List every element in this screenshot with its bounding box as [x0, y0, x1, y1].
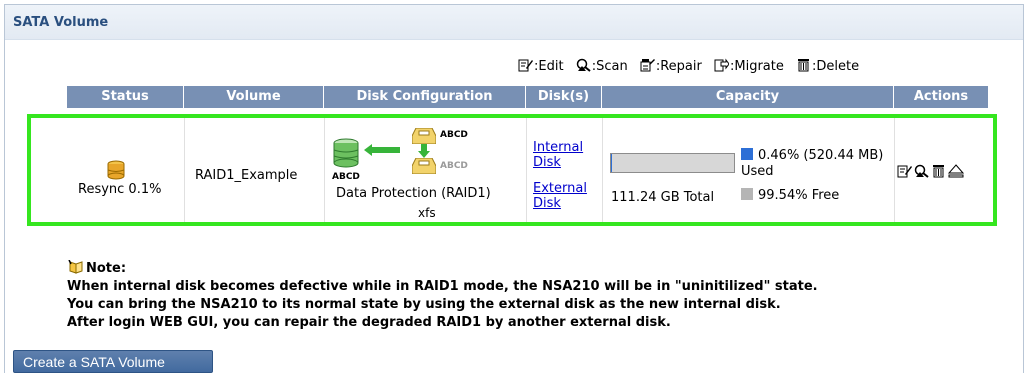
- file-system: xfs: [418, 206, 436, 220]
- disk-icon: [411, 157, 437, 178]
- col-header-volume: Volume: [184, 86, 324, 108]
- capacity-used-fill: [611, 154, 612, 172]
- repair-icon: [640, 58, 655, 72]
- column-divider: [602, 118, 603, 222]
- disk-configuration-cell: ABCD ABCD ABCD Data Protection (RAID1) x…: [332, 128, 522, 224]
- column-divider: [526, 118, 527, 222]
- col-header-actions: Actions: [894, 86, 988, 108]
- edit-icon[interactable]: [897, 164, 912, 182]
- capacity-used-legend: 0.46% (520.44 MB) Used: [741, 148, 891, 180]
- delete-icon: [796, 58, 811, 72]
- disk-label: ABCD: [440, 161, 468, 171]
- status-icon: [107, 160, 125, 184]
- note-heading: Note:: [68, 259, 127, 278]
- note-line-3: After login WEB GUI, you can repair the …: [67, 315, 671, 330]
- raid-database-icon: [332, 138, 362, 172]
- legend-repair-label: :Repair: [655, 59, 702, 74]
- legend-repair: :Repair: [640, 58, 702, 74]
- volume-name: RAID1_Example: [195, 168, 298, 183]
- capacity-free-legend: 99.54% Free: [741, 188, 839, 203]
- external-disk-link[interactable]: External Disk: [533, 181, 593, 211]
- disk-label: ABCD: [440, 130, 468, 140]
- scan-icon: [576, 58, 591, 72]
- action-legend: :Edit :Scan :Repair :Migrate :Delete: [518, 58, 867, 74]
- row-actions: [897, 164, 965, 182]
- column-divider: [324, 118, 325, 222]
- note-title-text: Note:: [86, 261, 127, 276]
- arrow-left-icon: [364, 144, 400, 160]
- disk-label: ABCD: [332, 172, 360, 182]
- free-swatch: [741, 188, 753, 200]
- note-line-2: You can bring the NSA210 to its normal s…: [67, 297, 781, 312]
- col-header-status: Status: [67, 86, 184, 108]
- column-divider: [184, 118, 185, 222]
- legend-migrate: :Migrate: [714, 58, 784, 74]
- capacity-free-text: 99.54% Free: [758, 188, 840, 203]
- legend-edit-label: :Edit: [534, 59, 564, 74]
- used-swatch: [741, 148, 753, 160]
- scan-icon[interactable]: [914, 164, 929, 182]
- column-divider: [894, 118, 895, 222]
- raid-mode: Data Protection (RAID1): [336, 186, 491, 201]
- note-icon: [68, 259, 84, 278]
- delete-icon[interactable]: [931, 164, 946, 182]
- col-header-disk-configuration: Disk Configuration: [324, 86, 526, 108]
- legend-delete-label: :Delete: [812, 59, 860, 74]
- create-sata-volume-button[interactable]: Create a SATA Volume: [13, 350, 213, 373]
- edit-icon: [518, 58, 533, 72]
- capacity-bar: [610, 153, 735, 173]
- internal-disk-link[interactable]: Internal Disk: [533, 140, 593, 170]
- legend-scan-label: :Scan: [591, 59, 628, 74]
- capacity-used-text: 0.46% (520.44 MB) Used: [741, 148, 884, 179]
- volume-status-text: Resync 0.1%: [78, 182, 162, 197]
- legend-migrate-label: :Migrate: [730, 59, 784, 74]
- panel-title-bar: SATA Volume: [5, 5, 1023, 40]
- legend-delete: :Delete: [796, 58, 859, 74]
- note-line-1: When internal disk becomes defective whi…: [67, 279, 818, 294]
- legend-edit: :Edit: [518, 58, 564, 74]
- external-disk-link-wrap: External Disk: [533, 181, 593, 211]
- capacity-total: 111.24 GB Total: [611, 190, 715, 205]
- col-header-disks: Disk(s): [526, 86, 602, 108]
- col-header-capacity: Capacity: [602, 86, 894, 108]
- eject-icon[interactable]: [947, 164, 965, 182]
- migrate-icon: [714, 58, 729, 72]
- panel-title: SATA Volume: [13, 15, 109, 30]
- internal-disk-link-wrap: Internal Disk: [533, 140, 593, 170]
- legend-scan: :Scan: [576, 58, 628, 74]
